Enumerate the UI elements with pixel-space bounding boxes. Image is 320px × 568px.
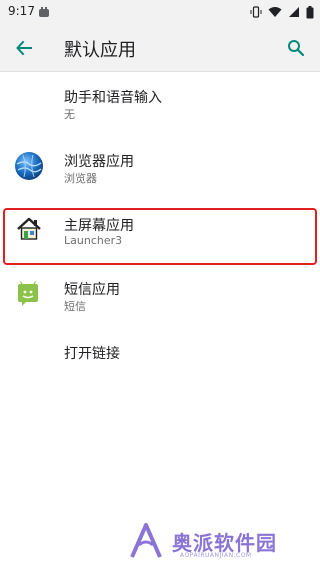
status-time: 9:17 — [8, 4, 35, 18]
signal-icon — [289, 7, 299, 17]
watermark: 奥派软件园 AOPAIRUANJIAN.COM — [126, 518, 316, 564]
list-item-summary: 短信 — [64, 300, 86, 313]
list-item-summary: 浏览器 — [64, 172, 97, 185]
wifi-icon — [268, 7, 282, 17]
list-item-summary: Launcher3 — [64, 234, 123, 247]
search-icon — [288, 40, 305, 57]
notification-app-icon — [39, 7, 49, 17]
launcher-house-icon — [17, 217, 41, 240]
list-item-home[interactable]: 主屏幕应用 Launcher3 — [0, 201, 320, 265]
list-item-open-links[interactable]: 打开链接 — [0, 329, 320, 385]
vibrate-icon — [250, 6, 262, 18]
list-item-assistant[interactable]: 助手和语音输入 无 — [0, 73, 320, 137]
list-item-title: 打开链接 — [64, 346, 120, 362]
list-item-title: 浏览器应用 — [64, 154, 134, 170]
list-item-title: 短信应用 — [64, 282, 120, 298]
back-button[interactable] — [10, 34, 38, 62]
app-bar: 默认应用 — [0, 24, 320, 72]
browser-globe-icon — [15, 152, 43, 180]
list-item-title: 助手和语音输入 — [64, 90, 162, 106]
list-item-browser[interactable]: 浏览器应用 浏览器 — [0, 137, 320, 201]
watermark-subtext: AOPAIRUANJIAN.COM — [180, 552, 252, 559]
watermark-logo-icon — [130, 523, 162, 558]
page-title: 默认应用 — [64, 40, 136, 61]
list-item-summary: 无 — [64, 108, 75, 121]
battery-icon — [306, 5, 314, 18]
search-button[interactable] — [282, 34, 310, 62]
status-icons — [250, 5, 314, 19]
list-item-title: 主屏幕应用 — [64, 218, 134, 234]
list-item-sms[interactable]: 短信应用 短信 — [0, 265, 320, 329]
arrow-back-icon — [16, 40, 32, 56]
status-bar: 9:17 — [0, 0, 320, 24]
sms-android-icon — [18, 281, 38, 306]
